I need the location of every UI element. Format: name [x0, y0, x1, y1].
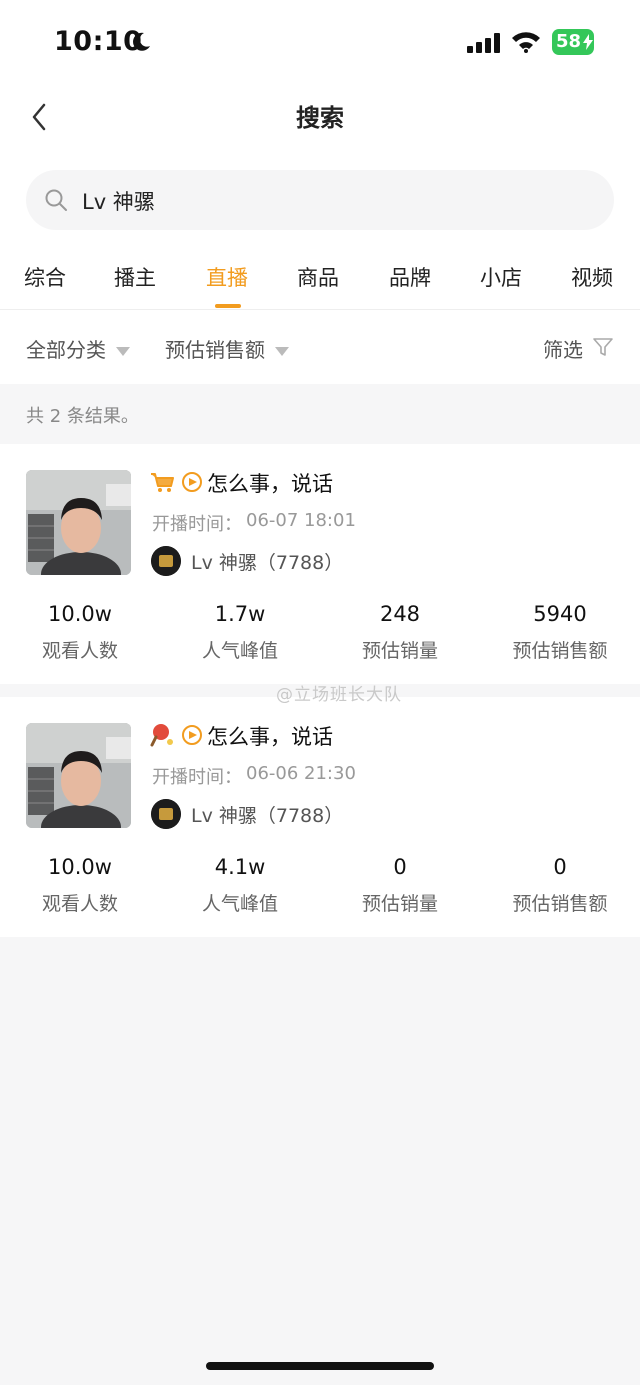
- stat-est-sales: 0 预估销量: [320, 697, 480, 937]
- stat-label: 观看人数: [41, 640, 118, 662]
- wifi-icon: [512, 32, 540, 53]
- stat-label: 人气峰值: [201, 893, 278, 915]
- charging-bolt-icon: [583, 34, 593, 50]
- battery-level: 58: [556, 31, 582, 52]
- filter-funnel-icon[interactable]: [592, 336, 614, 358]
- page-title: 搜索: [296, 104, 344, 132]
- stat-value: 248: [379, 602, 421, 626]
- search-section: Lv 神骡: [0, 152, 640, 244]
- search-input[interactable]: Lv 神骡: [26, 170, 614, 230]
- stat-views: 10.0w 观看人数: [0, 444, 160, 684]
- watermark: @立场班长大队: [276, 685, 402, 705]
- stat-est-sales: 248 预估销量: [320, 444, 480, 684]
- stat-label: 观看人数: [41, 893, 118, 915]
- stat-value: 0: [393, 855, 407, 879]
- moon-icon: [133, 32, 150, 51]
- sort-filter-dropdown[interactable]: 预估销售额: [165, 334, 289, 363]
- tab-videos[interactable]: 视频: [571, 262, 613, 292]
- stat-label: 预估销售额: [512, 893, 608, 915]
- sort-filter-label: 预估销售额: [165, 338, 265, 362]
- stat-views: 10.0w 观看人数: [0, 697, 160, 937]
- dropdown-caret-icon: [116, 347, 130, 356]
- category-tabs: 综合 播主 直播 商品 品牌 小店 视频: [0, 244, 640, 310]
- search-query: Lv 神骡: [82, 190, 155, 214]
- navigation-bar: 搜索: [0, 88, 640, 152]
- category-filter-dropdown[interactable]: 全部分类: [26, 334, 130, 363]
- tab-brands[interactable]: 品牌: [389, 262, 431, 292]
- stat-label: 预估销量: [361, 893, 438, 915]
- tab-products[interactable]: 商品: [297, 262, 339, 292]
- stat-label: 预估销量: [361, 640, 438, 662]
- stat-value: 10.0w: [48, 602, 112, 626]
- stat-value: 0: [553, 855, 567, 879]
- stat-value: 4.1w: [214, 855, 266, 879]
- stat-label: 预估销售额: [512, 640, 608, 662]
- tab-live[interactable]: 直播: [206, 262, 248, 292]
- category-filter-label: 全部分类: [26, 338, 106, 362]
- tab-comprehensive[interactable]: 综合: [24, 262, 66, 292]
- stat-peak: 4.1w 人气峰值: [160, 697, 320, 937]
- stat-value: 10.0w: [48, 855, 112, 879]
- live-result-card[interactable]: 怎么事，说话 开播时间： 06-07 18:01 Lv 神骡（7788） 10.…: [0, 444, 640, 684]
- stat-value: 5940: [533, 602, 587, 626]
- stat-est-revenue: 5940 预估销售额: [480, 444, 640, 684]
- tab-shops[interactable]: 小店: [480, 262, 522, 292]
- search-icon: [45, 189, 67, 211]
- stat-peak: 1.7w 人气峰值: [160, 444, 320, 684]
- home-indicator[interactable]: [206, 1362, 434, 1370]
- dropdown-caret-icon: [275, 347, 289, 356]
- cellular-signal-icon: [467, 33, 500, 53]
- tab-streamer[interactable]: 播主: [114, 262, 156, 292]
- screen-filter-button[interactable]: 筛选: [543, 334, 583, 363]
- filter-bar: 全部分类 预估销售额 筛选: [0, 310, 640, 384]
- live-result-card[interactable]: 怎么事，说话 开播时间： 06-06 21:30 Lv 神骡（7788） 10.…: [0, 697, 640, 937]
- result-count: 共 2 条结果。: [26, 406, 139, 427]
- stat-value: 1.7w: [214, 602, 266, 626]
- stat-label: 人气峰值: [201, 640, 278, 662]
- status-bar: 10:10 58: [0, 0, 640, 88]
- active-tab-indicator: [215, 304, 241, 308]
- screen-filter-label: 筛选: [543, 338, 583, 362]
- stat-est-revenue: 0 预估销售额: [480, 697, 640, 937]
